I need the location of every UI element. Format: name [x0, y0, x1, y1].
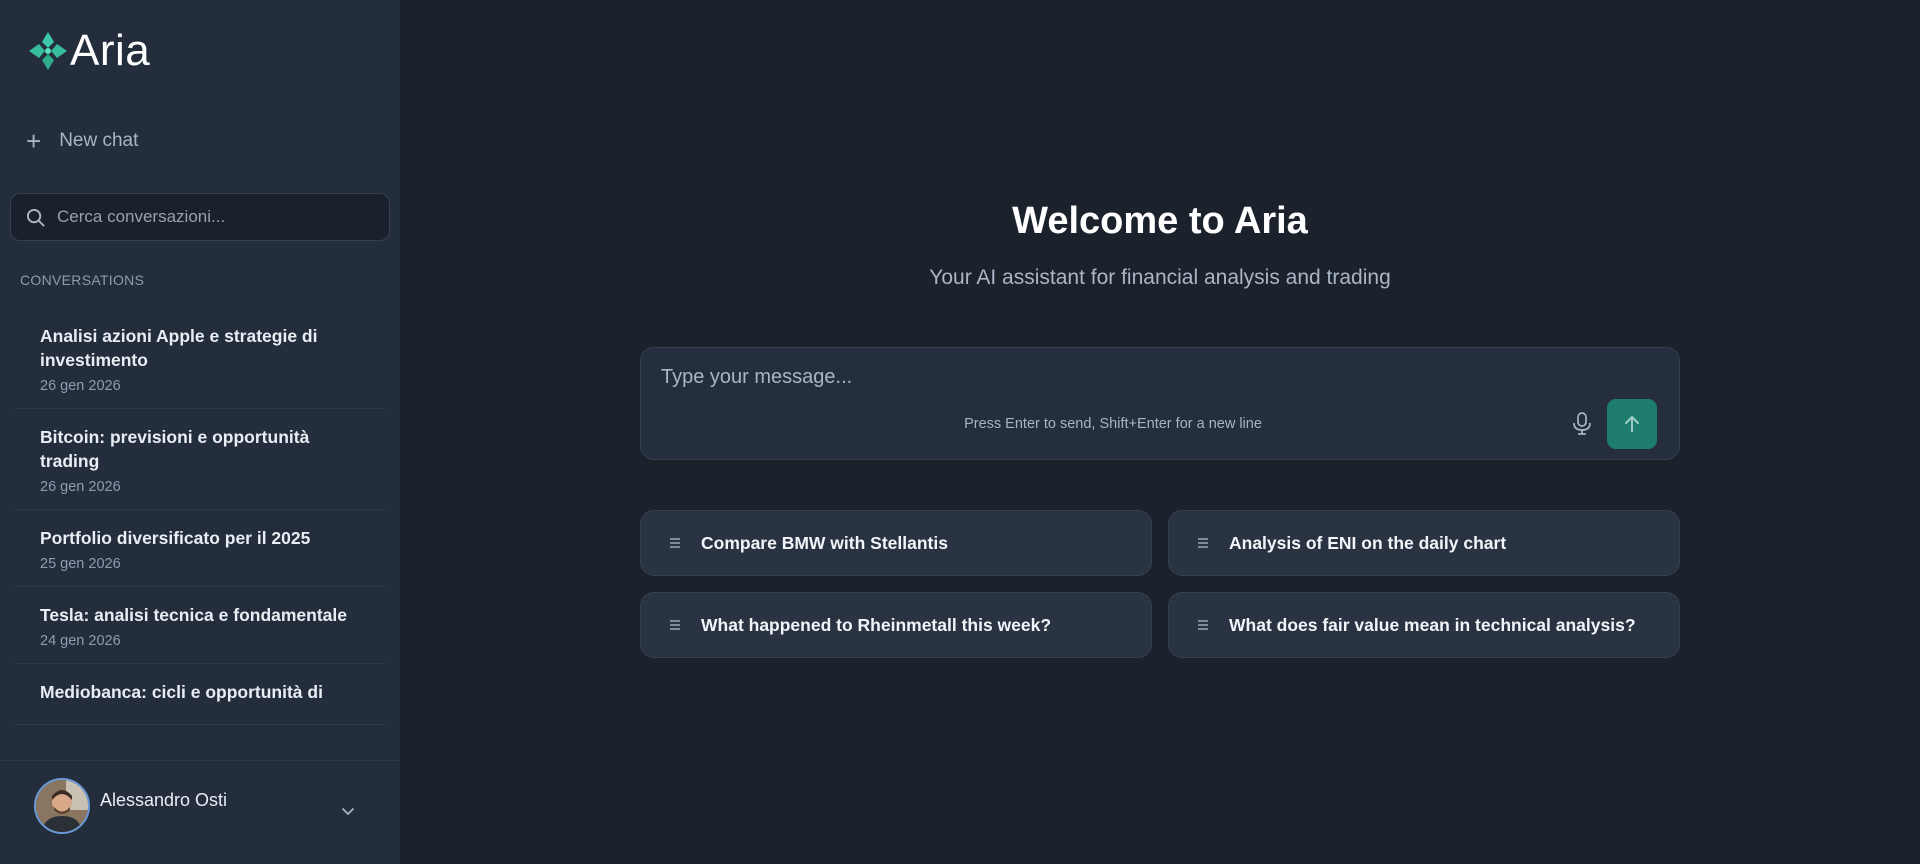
conversation-list[interactable]: Analisi azioni Apple e strategie di inve… [15, 310, 385, 758]
conversation-date: 24 gen 2026 [40, 633, 121, 649]
suggestion-label: Compare BMW with Stellantis [701, 532, 948, 553]
conversation-date: 26 gen 2026 [40, 479, 121, 495]
page-title: Welcome to Aria [1012, 200, 1308, 242]
plus-icon: + [26, 126, 42, 156]
aria-logo-icon [29, 32, 67, 70]
chevron-down-icon[interactable] [340, 803, 356, 819]
conversation-item[interactable]: Tesla: analisi tecnica e fondamentale 24… [15, 587, 385, 664]
user-menu[interactable]: Alessandro Osti [0, 760, 400, 864]
conversation-title: Analisi azioni Apple e strategie di inve… [40, 326, 318, 370]
suggestion-card[interactable]: What does fair value mean in technical a… [1168, 592, 1680, 658]
microphone-icon[interactable] [1571, 412, 1593, 436]
suggestion-label: What happened to Rheinmetall this week? [701, 614, 1052, 635]
suggestion-card[interactable]: Compare BMW with Stellantis [640, 510, 1152, 576]
user-avatar-icon [36, 779, 88, 832]
search-icon [26, 208, 45, 227]
conversation-item[interactable]: Bitcoin: previsioni e opportunità tradin… [15, 409, 385, 510]
conversation-title: Portfolio diversificato per il 2025 [40, 528, 311, 548]
conversation-title: Bitcoin: previsioni e opportunità tradin… [40, 427, 310, 471]
app-window: Aria + New chat CONVERSATIONS Analisi az… [0, 0, 1920, 864]
message-input[interactable] [661, 366, 1541, 396]
new-chat-label: New chat [59, 130, 139, 151]
app-logo[interactable]: Aria [28, 26, 150, 76]
lines-icon [1198, 538, 1208, 548]
send-button[interactable] [1607, 399, 1657, 449]
conversation-date: 25 gen 2026 [40, 556, 121, 572]
suggestion-grid: Compare BMW with Stellantis Analysis of … [640, 510, 1680, 658]
avatar[interactable] [34, 777, 90, 834]
new-chat-button[interactable]: + New chat [26, 128, 138, 154]
search-input[interactable] [57, 207, 357, 227]
arrow-up-icon [1625, 416, 1639, 432]
user-name: Alessandro Osti [100, 790, 228, 810]
message-composer: Press Enter to send, Shift+Enter for a n… [640, 347, 1680, 460]
conversation-item[interactable]: Portfolio diversificato per il 2025 25 g… [15, 510, 385, 587]
app-name: Aria [70, 26, 151, 75]
lines-icon [670, 620, 680, 630]
conversation-item[interactable]: Mediobanca: cicli e opportunità di [15, 664, 385, 725]
lines-icon [1198, 620, 1208, 630]
main-area: Welcome to Aria Your AI assistant for fi… [400, 0, 1920, 864]
conversation-item[interactable]: Analisi azioni Apple e strategie di inve… [15, 310, 385, 409]
composer-hint: Press Enter to send, Shift+Enter for a n… [964, 416, 1262, 432]
sidebar: Aria + New chat CONVERSATIONS Analisi az… [0, 0, 400, 864]
suggestion-label: Analysis of ENI on the daily chart [1229, 532, 1507, 553]
suggestion-card[interactable]: What happened to Rheinmetall this week? [640, 592, 1152, 658]
lines-icon [670, 538, 680, 548]
conversation-search [10, 193, 390, 241]
suggestion-label: What does fair value mean in technical a… [1229, 614, 1636, 635]
conversation-title: Tesla: analisi tecnica e fondamentale [40, 605, 348, 625]
conversations-heading: CONVERSATIONS [20, 272, 145, 288]
conversation-date: 26 gen 2026 [40, 378, 121, 394]
suggestion-card[interactable]: Analysis of ENI on the daily chart [1168, 510, 1680, 576]
conversation-title: Mediobanca: cicli e opportunità di [40, 682, 323, 702]
page-subtitle: Your AI assistant for financial analysis… [929, 266, 1391, 289]
